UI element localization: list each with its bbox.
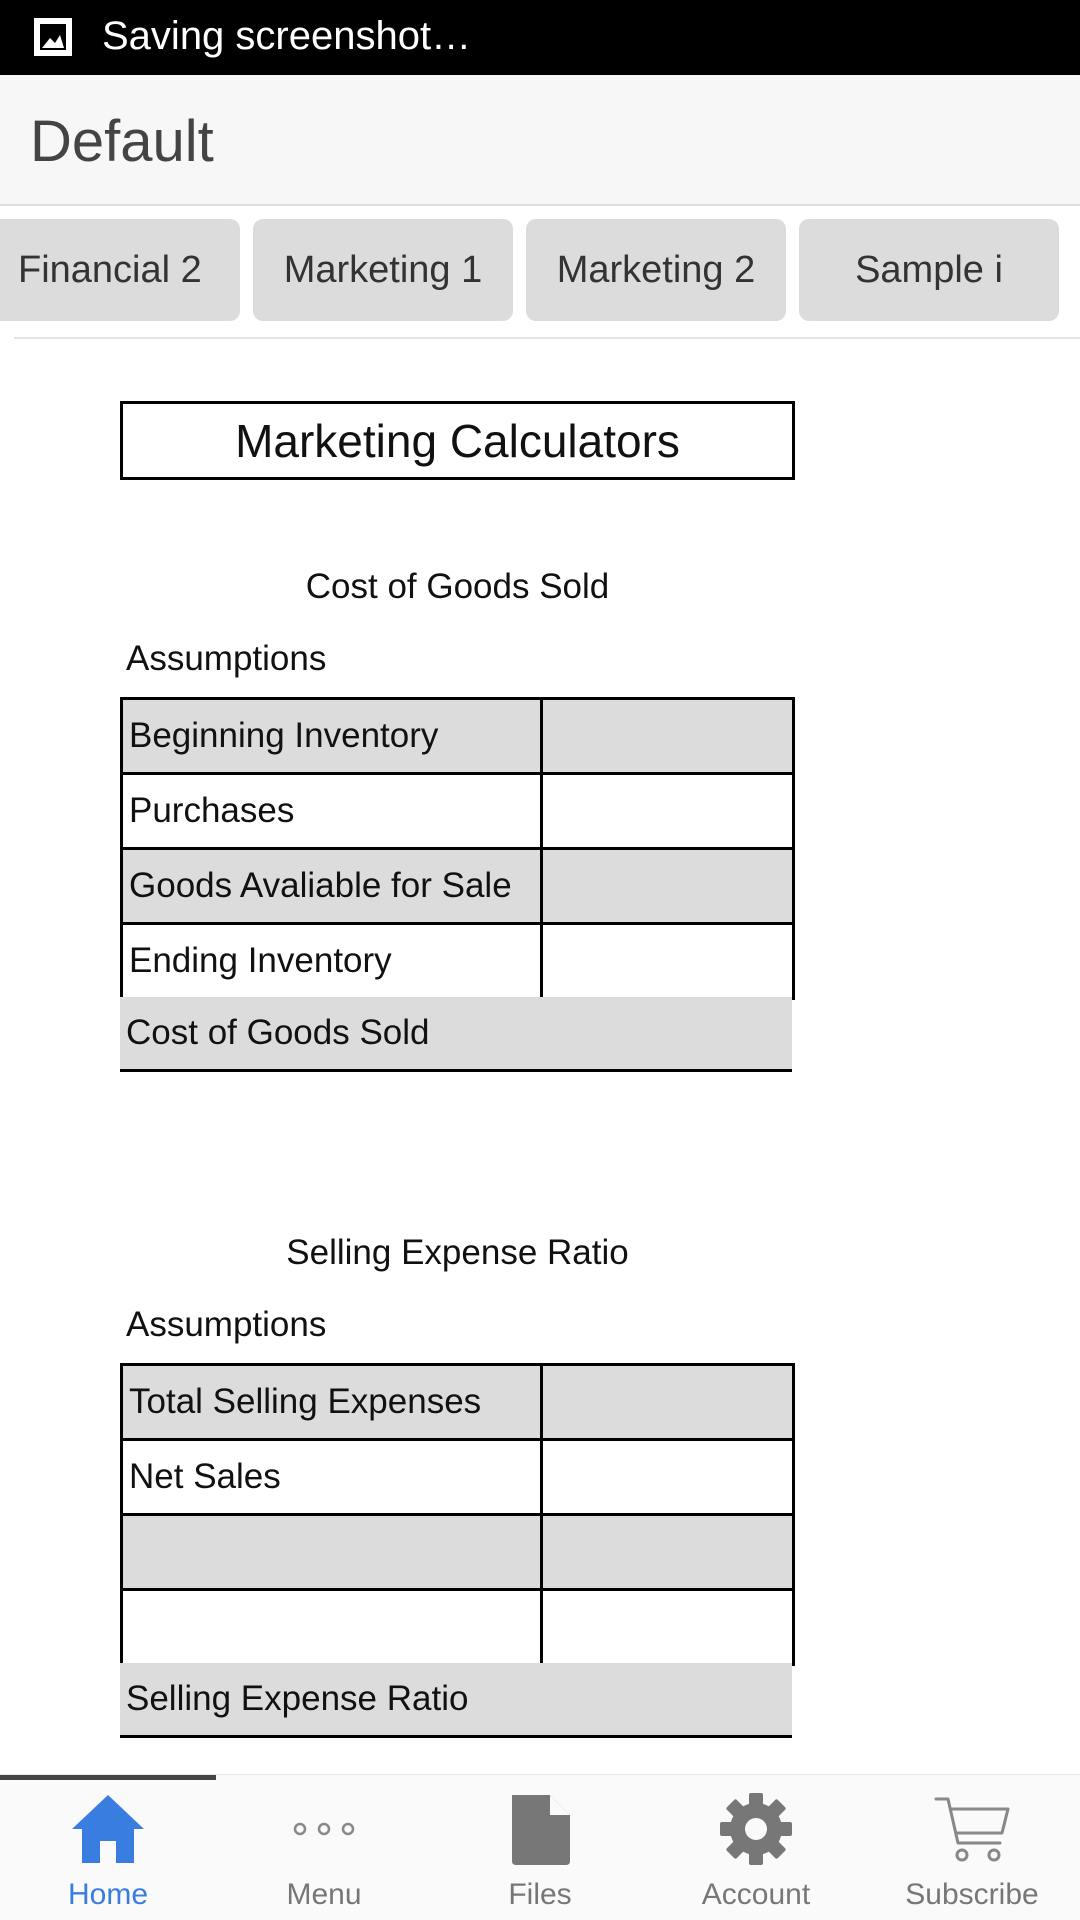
tab-strip-divider <box>14 337 1080 339</box>
table-row: Beginning Inventory <box>120 697 795 775</box>
tab-label: Financial 2 <box>18 248 202 291</box>
table-row: Purchases <box>120 772 795 850</box>
page-title: Marketing Calculators <box>120 401 795 480</box>
more-dots-icon <box>293 1822 355 1836</box>
bottom-nav: Home Menu Files Account Subscribe <box>0 1774 1080 1920</box>
tab-label: Sample i <box>855 248 1003 291</box>
table-row <box>120 1513 795 1591</box>
table-row: Goods Avaliable for Sale <box>120 847 795 925</box>
total-selling-expenses-input[interactable] <box>540 1363 795 1441</box>
net-sales-input[interactable] <box>540 1438 795 1516</box>
nav-account[interactable]: Account <box>648 1775 864 1920</box>
row-label: Beginning Inventory <box>120 697 543 775</box>
table-row <box>120 1588 795 1666</box>
nav-label: Home <box>67 1878 149 1911</box>
gear-icon <box>720 1793 792 1865</box>
nav-label: Files <box>508 1878 572 1911</box>
ser-result-label: Selling Expense Ratio <box>126 1679 469 1718</box>
cogs-table: Beginning Inventory Purchases Goods Aval… <box>120 697 795 1000</box>
purchases-input[interactable] <box>540 772 795 850</box>
app-title: Default <box>30 109 214 174</box>
beginning-inventory-input[interactable] <box>540 697 795 775</box>
table-row: Ending Inventory <box>120 922 795 1000</box>
empty-input[interactable] <box>540 1513 795 1591</box>
ser-table: Total Selling Expenses Net Sales <box>120 1363 795 1666</box>
nav-label: Menu <box>286 1878 362 1911</box>
file-icon <box>512 1795 570 1865</box>
status-text: Saving screenshot… <box>102 14 472 58</box>
nav-label: Subscribe <box>905 1878 1039 1911</box>
tab-label: Marketing 1 <box>283 248 483 291</box>
ser-section-title: Selling Expense Ratio <box>286 1233 629 1272</box>
tab-financial-2[interactable]: Financial 2 <box>0 219 240 321</box>
cogs-result-row: Cost of Goods Sold <box>120 997 792 1072</box>
tab-sample[interactable]: Sample i <box>799 219 1059 321</box>
row-label: Ending Inventory <box>120 922 543 1000</box>
nav-label: Account <box>701 1878 811 1911</box>
ending-inventory-input[interactable] <box>540 922 795 1000</box>
tab-marketing-2[interactable]: Marketing 2 <box>526 219 786 321</box>
row-label: Net Sales <box>120 1438 543 1516</box>
table-row: Total Selling Expenses <box>120 1363 795 1441</box>
empty-input[interactable] <box>540 1588 795 1666</box>
cogs-result-label: Cost of Goods Sold <box>126 1013 430 1052</box>
nav-home[interactable]: Home <box>0 1775 216 1920</box>
app-header: Default <box>0 75 1080 206</box>
ser-assumptions-label: Assumptions <box>126 1305 327 1344</box>
ser-result-row: Selling Expense Ratio <box>120 1663 792 1738</box>
row-label: Goods Avaliable for Sale <box>120 847 543 925</box>
row-label: Total Selling Expenses <box>120 1363 543 1441</box>
goods-available-input[interactable] <box>540 847 795 925</box>
cart-icon <box>934 1797 1010 1862</box>
tab-strip: Financial 2 Marketing 1 Marketing 2 Samp… <box>0 206 1080 339</box>
home-icon <box>72 1795 144 1863</box>
status-bar: Saving screenshot… <box>0 0 1080 75</box>
tab-label: Marketing 2 <box>556 248 756 291</box>
nav-subscribe[interactable]: Subscribe <box>864 1775 1080 1920</box>
screenshot-icon <box>34 18 72 56</box>
row-label: Purchases <box>120 772 543 850</box>
cogs-assumptions-label: Assumptions <box>126 639 327 678</box>
nav-files[interactable]: Files <box>432 1775 648 1920</box>
tab-marketing-1[interactable]: Marketing 1 <box>253 219 513 321</box>
table-row: Net Sales <box>120 1438 795 1516</box>
nav-menu[interactable]: Menu <box>216 1775 432 1920</box>
cogs-section-title: Cost of Goods Sold <box>305 567 610 606</box>
row-label <box>120 1513 543 1591</box>
row-label <box>120 1588 543 1666</box>
